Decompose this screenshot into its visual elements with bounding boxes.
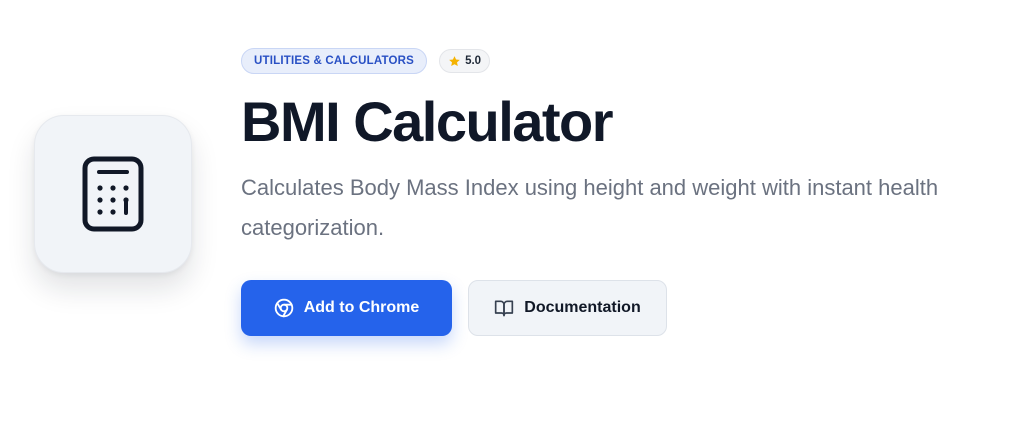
category-badge[interactable]: UTILITIES & CALCULATORS [241,48,428,74]
documentation-button[interactable]: Documentation [468,280,667,336]
rating-value: 5.0 [465,55,482,67]
page-title: BMI Calculator [241,90,614,153]
star-icon [448,55,461,68]
app-icon-tile [34,115,192,273]
documentation-label: Documentation [524,299,641,316]
add-to-chrome-label: Add to Chrome [303,299,420,316]
book-icon [494,298,514,318]
calculator-icon [82,156,144,232]
rating-badge: 5.0 [439,49,491,73]
add-to-chrome-button[interactable]: Add to Chrome [241,280,452,336]
app-description: Calculates Body Mass Index using height … [241,175,939,240]
badge-row: UTILITIES & CALCULATORS 5.0 [241,48,1001,74]
app-header: UTILITIES & CALCULATORS 5.0 BMI Calculat… [241,48,1001,336]
action-buttons: Add to Chrome Documentation [241,280,1001,336]
chrome-icon [274,298,294,318]
